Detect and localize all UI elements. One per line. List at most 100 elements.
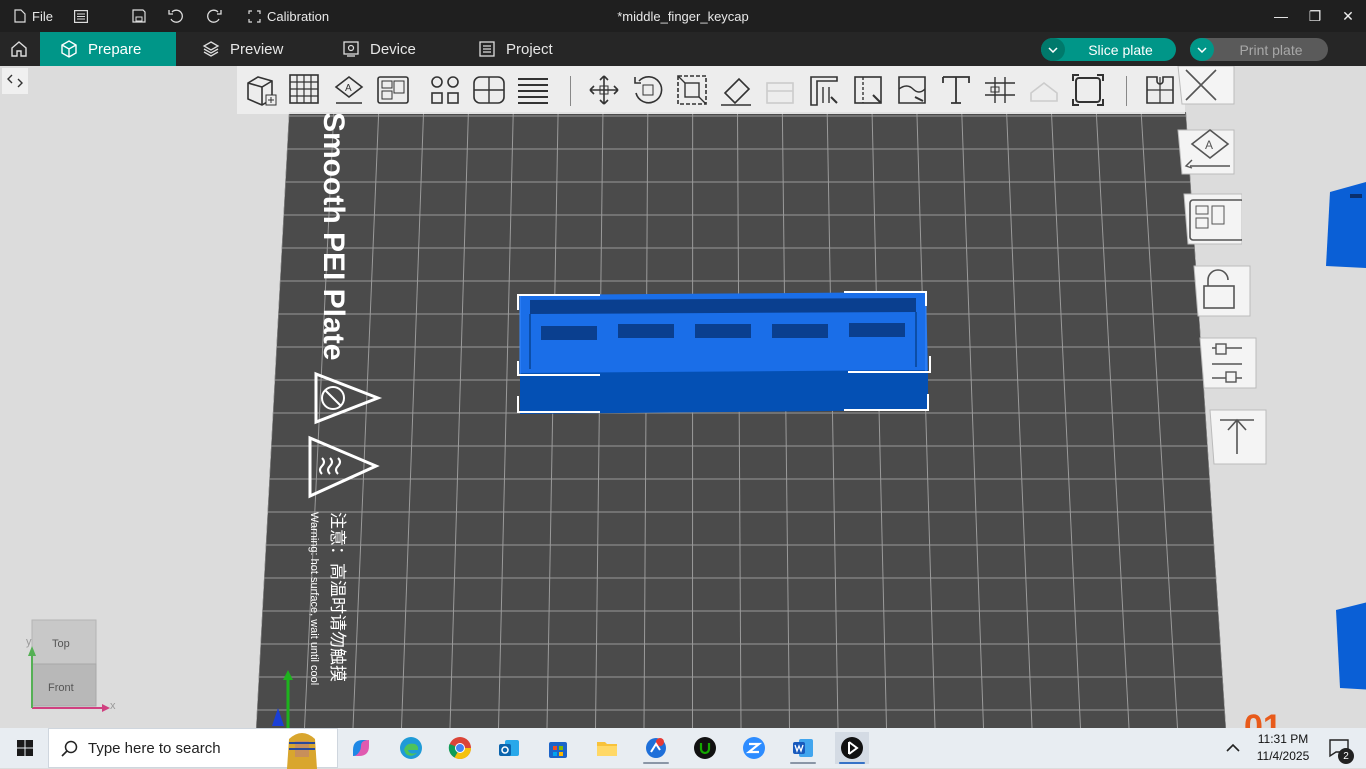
taskbar-copilot[interactable] [344,732,378,764]
taskbar-search-box[interactable]: Type here to search [48,728,338,768]
add-cube-icon [244,73,278,107]
home-button[interactable] [0,32,38,66]
tab-preview[interactable]: Preview [182,32,303,66]
axis-y-label: y [26,636,32,648]
taskbar-store[interactable] [541,732,575,764]
taskbar-bambu-studio[interactable] [835,732,869,764]
color-painting-button[interactable] [894,72,930,108]
start-button[interactable] [8,732,42,764]
undo-button[interactable] [168,0,184,32]
tab-device[interactable]: Device [322,32,436,66]
offscreen-object-1 [1320,182,1366,282]
menu-button[interactable] [74,0,88,32]
taskbar-file-explorer[interactable] [590,732,624,764]
maximize-button[interactable]: ❐ [1298,0,1332,32]
layers-editing-button[interactable] [515,72,551,108]
auto-orient-button[interactable]: A [331,72,367,108]
view-cube-front-label: Front [48,682,74,694]
tab-project-label: Project [506,41,553,58]
measure-tool-button[interactable] [982,72,1018,108]
blue-app-icon [644,736,668,760]
slice-plate-label: Slice plate [1065,42,1176,58]
seam-painting-button[interactable] [850,72,886,108]
zoom-icon [742,736,766,760]
rotate-icon [631,73,665,107]
text-tool-button[interactable] [938,72,974,108]
side-arrange-icon [1180,192,1242,246]
lay-on-face-icon [719,73,753,107]
collapse-sidebar-button[interactable] [2,68,28,94]
search-icon [61,740,78,757]
tab-prepare-label: Prepare [88,41,141,58]
save-button[interactable] [132,0,146,32]
split-parts-button[interactable] [471,72,507,108]
support-paint-icon [807,73,841,107]
warning-text-en: Warning: hot surface, wait until cool [308,512,320,685]
side-settings-tool[interactable] [1196,336,1258,390]
show-hidden-icons-button[interactable] [1216,732,1250,764]
measure-icon [983,73,1017,107]
tab-preview-label: Preview [230,41,283,58]
taskbar-upwork[interactable] [688,732,722,764]
svg-text:A: A [1205,138,1213,152]
restore-icon: ❐ [1309,8,1322,25]
side-close-tool[interactable] [1176,66,1238,108]
arrange-button[interactable] [375,72,411,108]
search-placeholder: Type here to search [88,740,221,757]
support-painting-button[interactable] [806,72,842,108]
side-lock-tool[interactable] [1190,264,1252,318]
taskbar-word[interactable] [786,732,820,764]
side-arrange-tool[interactable] [1180,192,1242,246]
puzzle-button[interactable] [1142,72,1178,108]
windows-taskbar: Type here to search 11:31 PM 11/4/2025 2 [0,728,1366,768]
warning-text-cn: 注意：高温时请勿触摸 [327,512,347,682]
build-plate-scene: Smooth PEI Plate 注意：高温时请勿触摸 Warning: hot… [0,66,1366,728]
svg-text:A: A [345,83,352,94]
taskbar-zoom[interactable] [737,732,771,764]
folder-icon [595,736,619,760]
scale-tool-button[interactable] [674,72,710,108]
file-icon [14,9,26,23]
side-upload-tool[interactable] [1206,408,1268,462]
axis-x-label: x [110,700,116,712]
side-auto-orient-tool[interactable]: A [1176,124,1238,178]
build-plate [256,112,1226,728]
view-navigation-cube[interactable]: Top Front x y [24,616,124,716]
plate-number: 01 [1244,708,1282,728]
redo-button[interactable] [206,0,222,32]
3d-viewport[interactable]: Smooth PEI Plate 注意：高温时请勿触摸 Warning: hot… [0,66,1366,728]
cut-tool-button[interactable] [762,72,798,108]
side-close-icon [1176,66,1238,108]
split-objects-icon [428,73,462,107]
keycap-model[interactable] [518,292,930,414]
clock-time: 11:31 PM [1258,731,1308,748]
calibration-menu[interactable]: Calibration [248,0,329,32]
lay-on-face-button[interactable] [718,72,754,108]
taskbar-chrome[interactable] [443,732,477,764]
add-plate-button[interactable] [287,72,323,108]
split-objects-button[interactable] [427,72,463,108]
rotate-tool-button[interactable] [630,72,666,108]
print-dropdown-icon[interactable] [1190,38,1214,61]
expand-arrows-icon [7,73,23,89]
minimize-button[interactable]: — [1264,0,1298,32]
print-plate-button[interactable]: Print plate [1190,38,1328,61]
notifications-button[interactable]: 2 [1322,732,1356,764]
tab-prepare[interactable]: Prepare [40,32,176,66]
add-object-button[interactable] [243,72,279,108]
close-window-button[interactable]: ✕ [1331,0,1365,32]
assembly-tool-button[interactable] [1026,72,1062,108]
taskbar-outlook[interactable] [492,732,526,764]
slice-plate-button[interactable]: Slice plate [1041,38,1176,61]
tab-project[interactable]: Project [458,32,573,66]
slice-dropdown-icon[interactable] [1041,38,1065,61]
calibration-label: Calibration [267,9,329,24]
move-tool-button[interactable] [586,72,622,108]
taskbar-edge[interactable] [394,732,428,764]
fit-view-button[interactable] [1070,72,1106,108]
toolbar-divider-2 [1126,76,1127,106]
clock[interactable]: 11:31 PM 11/4/2025 [1248,730,1318,766]
move-icon [587,73,621,107]
file-menu[interactable]: File [14,0,53,32]
taskbar-app-blue[interactable] [639,732,673,764]
